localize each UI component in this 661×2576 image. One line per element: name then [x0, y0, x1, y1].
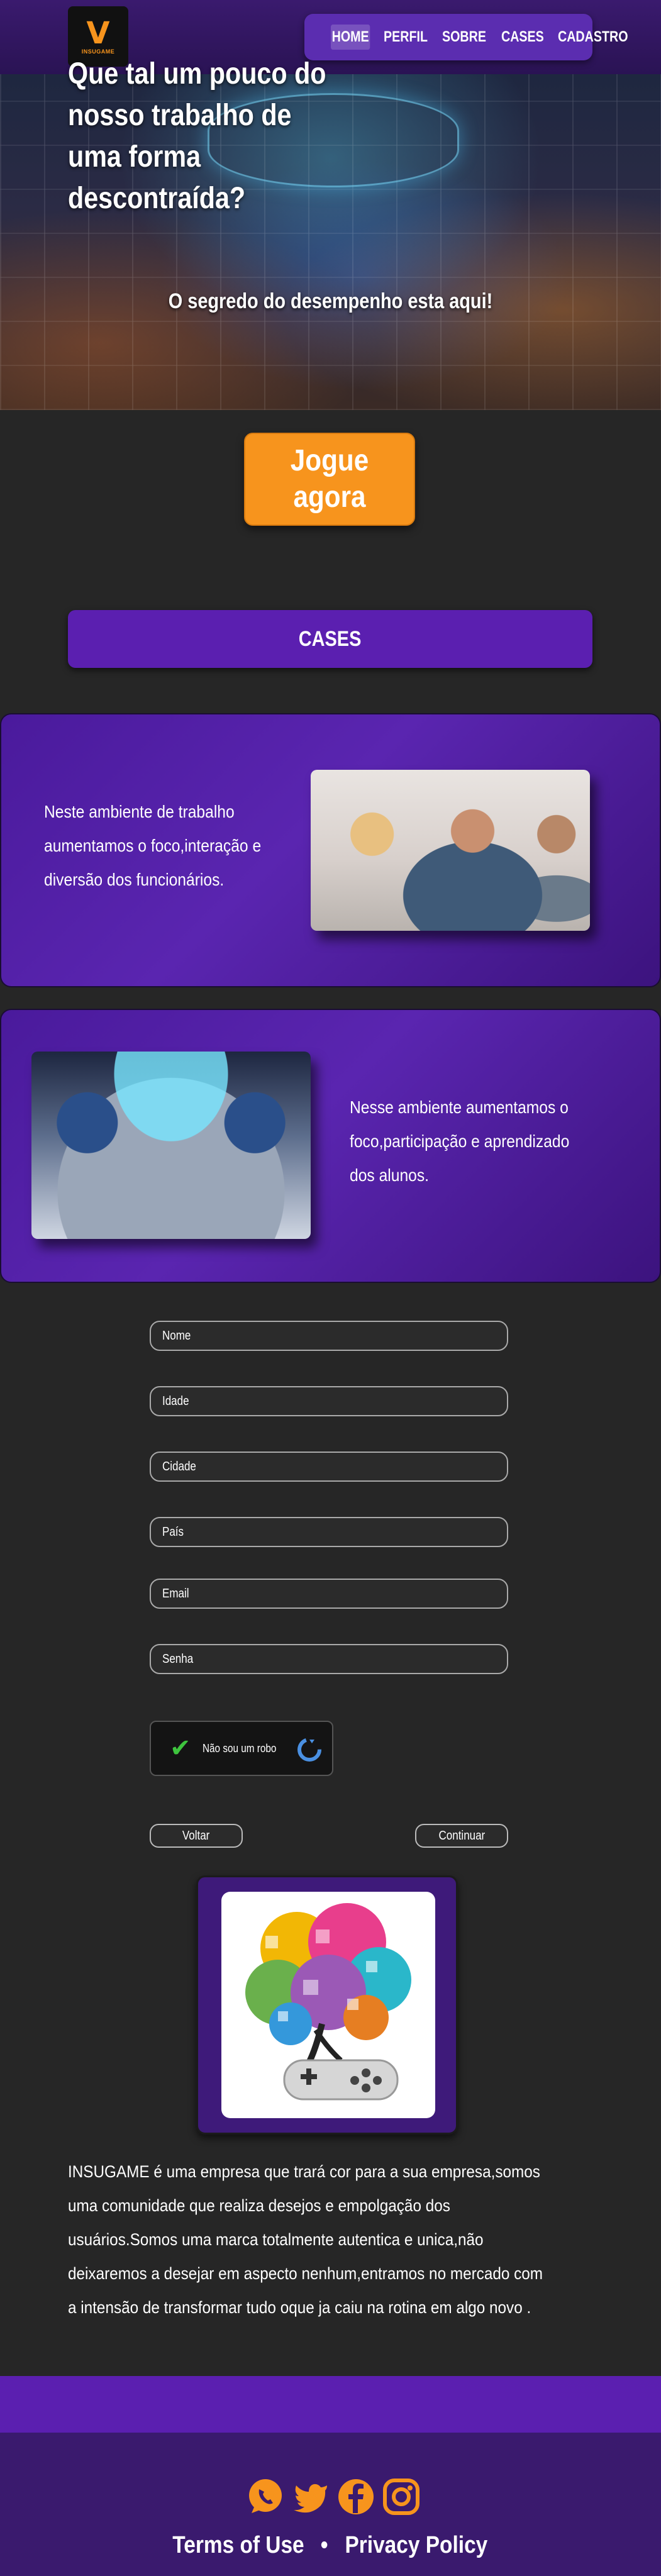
case-text-office: Neste ambiente de trabalho aumentamos o … — [44, 802, 262, 889]
hero-title: Que tal um pouco do nosso trabalho de um… — [68, 57, 326, 215]
case-image-office — [311, 770, 590, 931]
about-text: INSUGAME é uma empresa que trará cor par… — [68, 2162, 543, 2317]
hero-subtitle: O segredo do desempenho esta aqui! — [168, 289, 493, 313]
cases-heading: CASES — [299, 626, 362, 651]
nav-cases[interactable]: CASES — [501, 28, 544, 46]
terms-link[interactable]: Terms of Use — [173, 2532, 304, 2559]
legal-links: Terms of Use • Privacy Policy — [0, 2532, 661, 2559]
country-field[interactable]: País — [150, 1517, 508, 1547]
nav-sobre[interactable]: SOBRE — [442, 28, 486, 46]
captcha-widget[interactable]: ✔ Não sou um robo — [150, 1721, 333, 1776]
age-field[interactable]: Idade — [150, 1386, 508, 1416]
logo-mark: V — [86, 16, 110, 51]
recaptcha-icon — [297, 1738, 321, 1762]
privacy-link[interactable]: Privacy Policy — [345, 2532, 487, 2559]
city-field-label: Cidade — [162, 1459, 196, 1474]
continue-button[interactable]: Continuar — [415, 1824, 508, 1848]
facebook-icon[interactable] — [336, 2477, 376, 2517]
nav-cadastro[interactable]: CADASTRO — [558, 28, 628, 46]
cases-heading-bar: CASES — [68, 610, 592, 668]
play-now-button[interactable]: Jogue agora — [244, 433, 415, 526]
back-button[interactable]: Voltar — [150, 1824, 243, 1848]
city-field[interactable]: Cidade — [150, 1452, 508, 1482]
twitter-icon[interactable] — [291, 2477, 331, 2517]
password-field[interactable]: Senha — [150, 1644, 508, 1674]
whatsapp-icon[interactable] — [245, 2477, 286, 2517]
continue-label: Continuar — [438, 1828, 485, 1843]
nav-home[interactable]: HOME — [331, 25, 370, 50]
age-field-label: Idade — [162, 1394, 189, 1408]
legal-separator: • — [320, 2532, 328, 2558]
name-field-label: Nome — [162, 1328, 191, 1343]
footer-band — [0, 2376, 661, 2433]
country-field-label: País — [162, 1524, 184, 1539]
gamepad-tree-icon — [245, 1903, 411, 2101]
captcha-label: Não sou um robo — [203, 1741, 277, 1755]
name-field[interactable]: Nome — [150, 1321, 508, 1351]
email-field-label: Email — [162, 1586, 189, 1601]
nav-perfil[interactable]: PERFIL — [384, 28, 428, 46]
check-icon: ✔ — [170, 1735, 191, 1762]
play-now-label: Jogue agora — [290, 444, 369, 514]
social-links — [239, 2477, 428, 2521]
instagram-icon[interactable] — [381, 2477, 421, 2517]
case-text-school: Nesse ambiente aumentamos o foco,partici… — [350, 1097, 570, 1185]
back-label: Voltar — [182, 1828, 210, 1843]
brand-illustration — [221, 1892, 435, 2118]
password-field-label: Senha — [162, 1652, 194, 1666]
email-field[interactable]: Email — [150, 1579, 508, 1609]
case-image-school — [31, 1052, 311, 1239]
